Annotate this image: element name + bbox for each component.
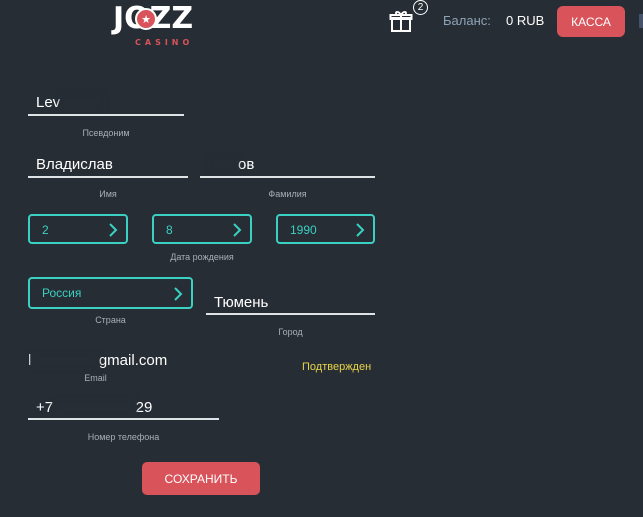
last-name-caption: Фамилия [268,189,307,199]
country-select[interactable]: Россия [28,277,193,309]
nickname-redacted: xxxxxx [60,94,106,111]
birth-year-value: 1990 [290,223,317,237]
phone-suffix: 29 [135,399,153,416]
last-name-underline [200,176,375,178]
nickname-underline [28,114,184,116]
birth-date-caption: Дата рождения [170,252,234,262]
birth-day-select[interactable]: 2 [28,214,128,244]
phone-caption: Номер телефона [87,432,160,442]
email-status-badge: Подтвержден [302,361,372,373]
country-value: Россия [42,286,82,300]
cashier-button[interactable]: КАССА [557,6,625,37]
email-field[interactable]: lxxxxxxxxxgmail.com [28,352,167,369]
email-redacted: xxxxxxxxx [31,352,99,369]
city-underline [206,313,375,315]
last-name-value: ов [238,156,255,173]
chevron-right-icon [174,287,183,301]
chevron-right-icon [356,223,365,237]
gift-count-badge: 2 [413,0,428,15]
nickname-caption: Псевдоним [82,128,130,138]
birth-month-value: 8 [166,223,173,237]
logo-subtext: CASINO [135,38,194,47]
birth-year-select[interactable]: 1990 [276,214,375,244]
casino-chip-icon: ★ [135,8,157,30]
phone-underline [28,418,219,420]
first-name-caption: Имя [99,189,117,199]
gift-icon[interactable] [389,9,413,33]
birth-day-value: 2 [42,223,49,237]
last-name-field[interactable]: xxxxов [208,156,254,173]
phone-redacted: xxxxxxxxxxx [53,399,136,416]
first-name-field[interactable]: Владислав [36,156,113,173]
first-name-underline [28,176,188,178]
chevron-right-icon [233,223,242,237]
country-caption: Страна [95,315,126,325]
balance-value: 0 RUB [506,13,545,28]
birth-month-select[interactable]: 8 [152,214,252,244]
last-name-redacted: xxxx [208,156,238,173]
phone-prefix: +7 [36,399,54,416]
phone-field[interactable]: +7xxxxxxxxxxx29 [36,399,152,416]
city-caption: Город [278,327,303,337]
nickname-value: Lev [36,94,61,111]
email-suffix: gmail.com [98,352,168,369]
balance-label: Баланс: [443,13,491,28]
logo[interactable]: JOZZ ★ CASINO [113,2,213,52]
city-field[interactable]: Тюмень [214,294,268,311]
menu-edge-icon[interactable] [639,14,643,28]
chevron-right-icon [109,223,118,237]
email-caption: Email [84,373,107,383]
save-button[interactable]: СОХРАНИТЬ [142,462,260,495]
nickname-field[interactable]: Levxxxxxx [36,94,106,111]
